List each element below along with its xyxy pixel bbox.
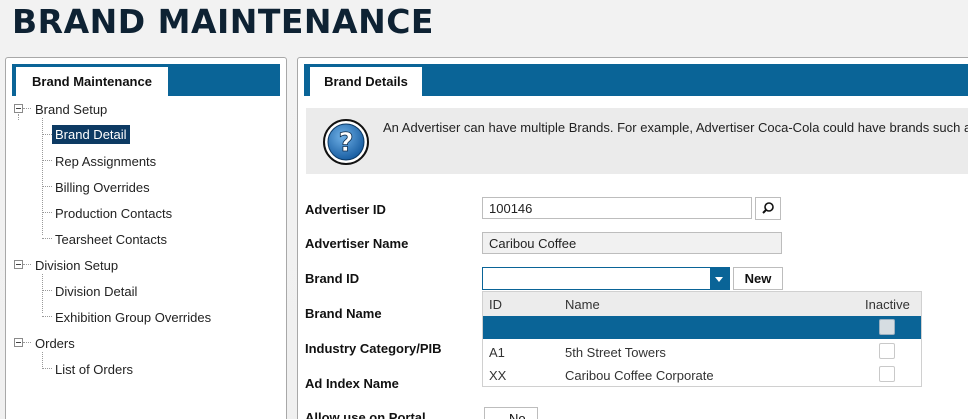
brand-name-label: Brand Name	[305, 306, 382, 321]
dropdown-row[interactable]	[483, 316, 921, 339]
tree-item-label: Tearsheet Contacts	[55, 231, 168, 247]
advertiser-name-field: Caribou Coffee	[482, 232, 782, 254]
advertiser-id-label: Advertiser ID	[305, 202, 386, 217]
tree-item-tearsheet-contacts[interactable]: Tearsheet Contacts	[55, 228, 167, 250]
inactive-checkbox[interactable]	[879, 366, 895, 382]
row-name: Caribou Coffee Corporate	[565, 368, 714, 383]
search-icon	[762, 202, 774, 214]
allow-portal-value: No	[509, 411, 526, 419]
search-button[interactable]	[755, 197, 781, 220]
row-id: A1	[489, 345, 505, 360]
tree-item-exhibition-group-overrides[interactable]: Exhibition Group Overrides	[55, 306, 211, 328]
tree-item-label: Rep Assignments	[55, 153, 157, 169]
dropdown-arrow-icon[interactable]	[710, 268, 729, 289]
tree-item-list-of-orders[interactable]: List of Orders	[55, 358, 133, 380]
brand-id-label: Brand ID	[305, 271, 360, 286]
tree-item-orders[interactable]: Orders	[35, 332, 75, 354]
tree-item-brand-setup[interactable]: Brand Setup	[35, 98, 107, 120]
dropdown-row[interactable]: XX Caribou Coffee Corporate	[483, 363, 921, 386]
row-name: 5th Street Towers	[565, 345, 666, 360]
tree-item-rep-assignments[interactable]: Rep Assignments	[55, 150, 156, 172]
tab-brand-details[interactable]: Brand Details	[310, 67, 422, 96]
allow-portal-toggle[interactable]: No	[484, 407, 538, 419]
tree-item-label: Brand Detail	[52, 124, 130, 144]
tree-item-label: Orders	[35, 335, 75, 351]
tree-item-division-setup[interactable]: Division Setup	[35, 254, 118, 276]
tree-item-label: Production Contacts	[55, 205, 173, 221]
right-tab-strip: Brand Details	[304, 64, 968, 96]
tree-item-production-contacts[interactable]: Production Contacts	[55, 202, 172, 224]
allow-portal-label: Allow use on Portal	[305, 410, 426, 419]
brand-id-dropdown-list: ID Name Inactive A1 5th Street Towers XX…	[482, 291, 922, 387]
info-box: ? An Advertiser can have multiple Brands…	[306, 108, 968, 174]
column-header-name: Name	[565, 297, 600, 312]
tree-item-label: Exhibition Group Overrides	[55, 309, 212, 325]
brand-maintenance-panel: Brand Maintenance Brand Setup Brand Deta…	[5, 57, 287, 419]
inactive-checkbox[interactable]	[879, 343, 895, 359]
left-tab-strip: Brand Maintenance	[12, 64, 280, 96]
tree-item-label: Brand Setup	[35, 101, 108, 117]
tree-expander-icon[interactable]	[14, 260, 23, 269]
tree-item-brand-detail[interactable]: Brand Detail	[52, 123, 130, 145]
tree-item-label: Division Detail	[55, 283, 138, 299]
dropdown-header: ID Name Inactive	[483, 292, 921, 316]
brand-details-panel: Brand Details ? An Advertiser can have m…	[297, 57, 968, 419]
tree-item-label: Billing Overrides	[55, 179, 150, 195]
help-icon: ?	[323, 119, 369, 165]
tree-expander-icon[interactable]	[14, 338, 23, 347]
svg-text:?: ?	[338, 128, 353, 158]
column-header-inactive: Inactive	[865, 297, 910, 312]
tree-item-label: Division Setup	[35, 257, 119, 273]
advertiser-name-label: Advertiser Name	[305, 236, 409, 251]
tree-expander-icon[interactable]	[14, 104, 23, 113]
ad-index-name-label: Ad Index Name	[305, 376, 399, 391]
industry-category-label: Industry Category/PIB	[305, 341, 442, 356]
advertiser-id-field[interactable]: 100146	[482, 197, 752, 219]
tree-item-label: List of Orders	[55, 361, 134, 377]
brand-id-select[interactable]	[482, 267, 730, 290]
dropdown-row[interactable]: A1 5th Street Towers	[483, 340, 921, 363]
info-text: An Advertiser can have multiple Brands. …	[383, 120, 968, 135]
row-id: XX	[489, 368, 507, 383]
column-header-id: ID	[489, 297, 502, 312]
tab-brand-maintenance[interactable]: Brand Maintenance	[16, 67, 168, 96]
tree-item-division-detail[interactable]: Division Detail	[55, 280, 137, 302]
new-button[interactable]: New	[733, 267, 783, 290]
inactive-checkbox[interactable]	[879, 319, 895, 335]
page-title: BRAND MAINTENANCE	[12, 2, 434, 41]
tree-item-billing-overrides[interactable]: Billing Overrides	[55, 176, 150, 198]
